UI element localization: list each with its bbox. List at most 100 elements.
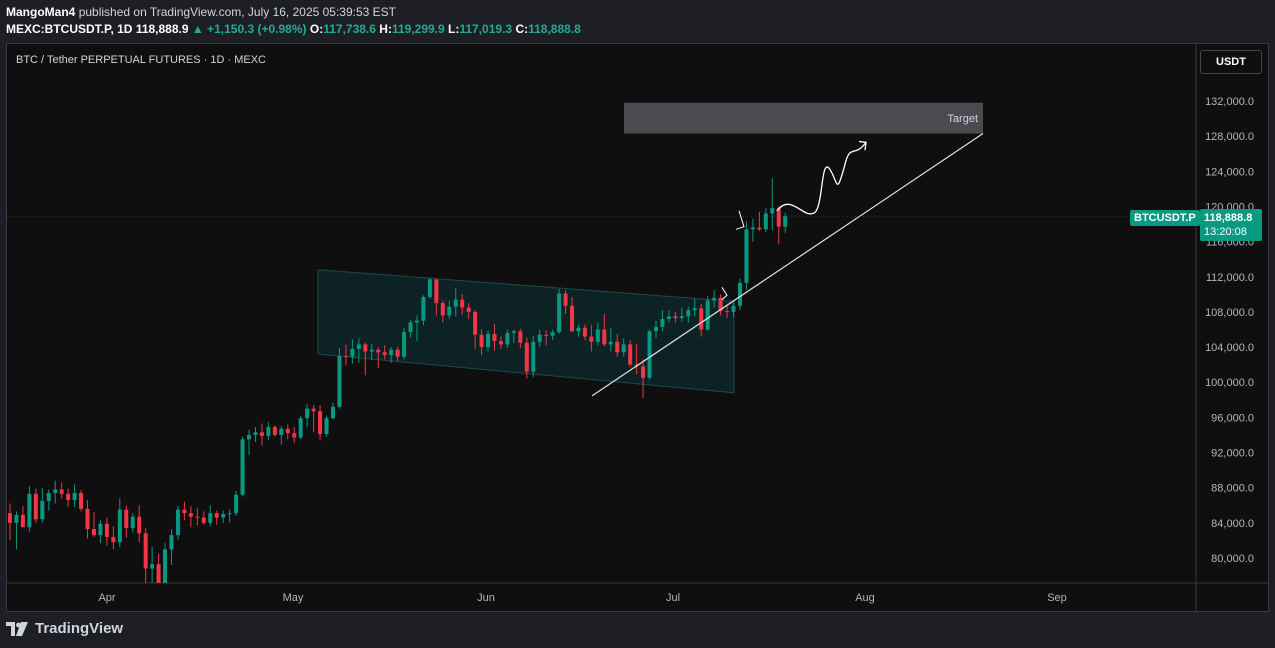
candle-body [686, 310, 691, 317]
candle-body [447, 306, 452, 316]
candle-body [518, 331, 523, 343]
candle-body [498, 340, 503, 345]
candle-body [486, 333, 491, 348]
x-tick-label: Jun [477, 592, 495, 604]
candle-body [466, 307, 471, 312]
candle-body [305, 408, 310, 419]
candle-body [395, 349, 400, 357]
tradingview-brand: TradingView [35, 620, 124, 637]
candle-body [285, 428, 290, 434]
candle-body [111, 536, 116, 543]
candle-body [292, 433, 297, 438]
candle-body [408, 322, 413, 333]
candle-body [188, 513, 193, 517]
candle-body [705, 300, 710, 330]
candle-body [195, 516, 200, 518]
candle-body [98, 523, 103, 536]
candle-body [563, 293, 568, 306]
candle-body [266, 427, 271, 436]
tradingview-logo[interactable]: TradingView [6, 620, 123, 637]
y-tick-label: 100,000.0 [1205, 377, 1254, 389]
candle-body [150, 564, 155, 569]
candle-body [240, 439, 245, 495]
candle-body [85, 508, 90, 529]
candle-body [402, 332, 407, 357]
candle-body [647, 331, 652, 378]
candle-body [27, 493, 32, 528]
candle-body [130, 516, 135, 529]
candle-body [557, 293, 562, 333]
candle-body [473, 311, 478, 335]
candle-body [356, 344, 361, 349]
parallel-channel [317, 269, 735, 394]
candle-body [524, 342, 529, 372]
candle-body [731, 305, 736, 312]
candle-body [744, 229, 749, 283]
candle-body [511, 331, 516, 334]
candle-body [666, 316, 671, 319]
candle-body [376, 349, 381, 353]
candle-body [104, 523, 109, 537]
currency-button[interactable]: USDT [1200, 50, 1262, 74]
y-tick-label: 96,000.0 [1211, 412, 1254, 424]
candle-body [421, 296, 426, 321]
candle-body [169, 535, 174, 550]
candle-body [582, 327, 587, 337]
x-tick-label: Jul [666, 592, 680, 604]
candle-body [414, 320, 419, 323]
candle-body [382, 352, 387, 355]
candle-body [576, 327, 581, 332]
x-tick-label: Sep [1047, 592, 1067, 604]
candle-body [234, 494, 239, 514]
candle-body [673, 316, 678, 319]
candle-body [505, 333, 510, 345]
bar-countdown: 13:20:08 [1204, 226, 1247, 238]
y-tick-label: 112,000.0 [1206, 272, 1254, 284]
candle-body [570, 305, 575, 332]
candle-body [492, 333, 497, 341]
candle-body [175, 509, 180, 536]
candle-body [595, 329, 600, 342]
candle-body [20, 514, 25, 528]
candle-body [712, 297, 717, 301]
candle-body [163, 549, 168, 583]
candle-body [214, 513, 219, 518]
candle-body [628, 344, 633, 365]
candle-body [770, 208, 775, 214]
candle-body [324, 418, 329, 435]
x-tick-label: Aug [855, 592, 875, 604]
candle-body [124, 509, 129, 529]
candle-body [440, 303, 445, 316]
candle-body [544, 334, 549, 336]
y-tick-label: 80,000.0 [1211, 553, 1254, 565]
candle-body [66, 493, 71, 500]
candle-body [298, 418, 303, 438]
candle-body [750, 227, 755, 230]
candle-body [737, 282, 742, 306]
candle-body [363, 344, 368, 352]
last-price-tag: 118,888.8 13:20:08 [1200, 209, 1262, 241]
candle-body [350, 348, 355, 357]
price-chart[interactable]: Target 132,000.0128,000.0124,000.0120,00… [0, 0, 1275, 648]
candle-body [725, 311, 730, 313]
y-tick-label: 124,000.0 [1205, 166, 1254, 178]
candle-body [654, 326, 658, 332]
candle-body [389, 349, 394, 355]
candle-body [33, 493, 38, 520]
candle-body [182, 509, 187, 514]
candle-body [699, 308, 704, 330]
candle-body [550, 332, 555, 336]
candle-body [337, 355, 342, 407]
candle-body [137, 516, 142, 534]
candle-body [311, 408, 316, 412]
candle-body [660, 318, 665, 327]
y-tick-label: 92,000.0 [1211, 448, 1254, 460]
y-tick-label: 128,000.0 [1205, 131, 1254, 143]
candle-body [79, 492, 84, 509]
candle-body [331, 406, 335, 419]
candle-body [757, 227, 762, 230]
candle-body [72, 492, 77, 500]
candle-body [14, 514, 19, 523]
candle-body [589, 336, 594, 342]
candle-body [156, 564, 161, 583]
